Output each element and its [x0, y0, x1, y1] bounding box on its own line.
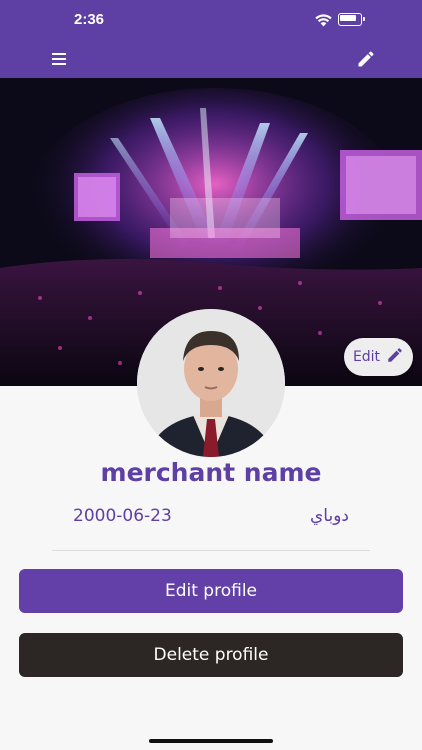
edit-cover-button[interactable]: Edit: [344, 338, 413, 376]
home-indicator[interactable]: [149, 739, 273, 743]
hamburger-menu-icon[interactable]: [50, 50, 70, 68]
merchant-name: merchant name: [100, 458, 322, 487]
avatar[interactable]: [137, 309, 285, 457]
edit-profile-label: Edit profile: [164, 581, 258, 601]
profile-city: دوباي: [310, 506, 349, 526]
profile-date: 2000-06-23: [73, 506, 172, 526]
battery-icon: [338, 13, 362, 26]
edit-profile-button[interactable]: Edit profile: [19, 569, 403, 613]
status-bar: 2:36: [0, 0, 422, 40]
divider: [52, 550, 370, 551]
delete-profile-button[interactable]: Delete profile: [19, 633, 403, 677]
battery-tip: [363, 17, 365, 21]
delete-profile-label: Delete profile: [153, 645, 269, 665]
pencil-icon[interactable]: [356, 49, 376, 69]
app-bar: [0, 40, 422, 78]
wifi-icon: [315, 12, 332, 31]
status-time: 2:36: [74, 11, 105, 28]
edit-cover-label: Edit: [352, 349, 381, 365]
pencil-icon: [386, 346, 404, 368]
